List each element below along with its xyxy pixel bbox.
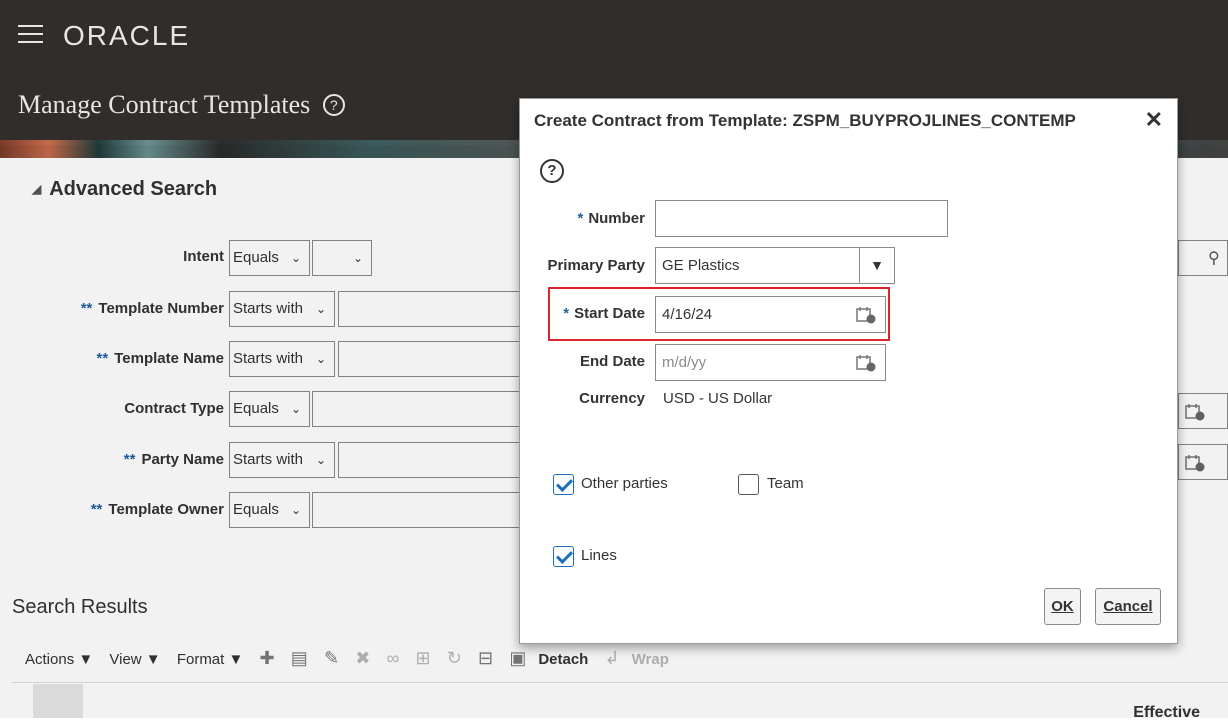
end-date-placeholder: m/d/yy bbox=[662, 354, 707, 371]
required-marker: * bbox=[563, 305, 570, 322]
page-title: Manage Contract Templates ? bbox=[18, 90, 345, 120]
primary-party-dropdown-button[interactable]: ▼ bbox=[859, 247, 895, 284]
primary-party-input[interactable]: GE Plastics bbox=[655, 247, 860, 284]
help-icon[interactable]: ? bbox=[540, 159, 564, 183]
ok-button[interactable]: OK bbox=[1044, 588, 1081, 625]
currency-value: USD - US Dollar bbox=[663, 390, 773, 407]
team-checkbox[interactable] bbox=[738, 474, 759, 495]
close-icon[interactable]: ✕ bbox=[1145, 107, 1163, 133]
dialog-title: Create Contract from Template: ZSPM_BUYP… bbox=[534, 111, 1076, 130]
cancel-button[interactable]: Cancel bbox=[1095, 588, 1161, 625]
end-date-input[interactable]: m/d/yy bbox=[655, 344, 886, 381]
other-parties-label[interactable]: Other parties bbox=[581, 475, 668, 492]
oracle-logo: ORACLE bbox=[63, 20, 191, 51]
help-icon[interactable]: ? bbox=[322, 94, 345, 116]
primary-party-label: Primary Party bbox=[547, 257, 645, 274]
number-input[interactable] bbox=[655, 200, 948, 237]
create-contract-dialog: Create Contract from Template: ZSPM_BUYP… bbox=[519, 98, 1178, 644]
page-title-text: Manage Contract Templates bbox=[18, 90, 311, 119]
end-date-label: End Date bbox=[579, 353, 645, 370]
lines-checkbox[interactable] bbox=[553, 546, 574, 567]
number-label: * Number bbox=[577, 210, 645, 227]
calendar-icon[interactable] bbox=[856, 354, 876, 372]
start-date-value: 4/16/24 bbox=[662, 306, 713, 323]
currency-label: Currency bbox=[579, 390, 645, 407]
calendar-icon[interactable] bbox=[856, 306, 876, 324]
number-label-text: Number bbox=[588, 210, 645, 227]
start-date-input[interactable]: 4/16/24 bbox=[655, 296, 886, 333]
other-parties-checkbox[interactable] bbox=[553, 474, 574, 495]
lines-label[interactable]: Lines bbox=[581, 547, 617, 564]
start-date-label-text: Start Date bbox=[574, 305, 645, 322]
start-date-label: * Start Date bbox=[563, 305, 645, 322]
required-marker: * bbox=[577, 210, 584, 227]
team-label[interactable]: Team bbox=[767, 475, 804, 492]
hamburger-menu-icon[interactable] bbox=[18, 25, 43, 45]
